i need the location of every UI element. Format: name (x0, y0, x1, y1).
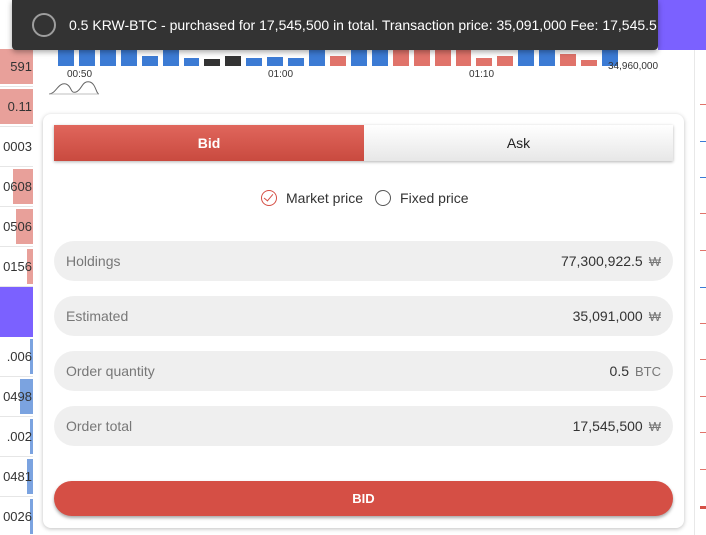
volume-bar (267, 57, 284, 66)
volume-bar (288, 58, 305, 66)
orderbook-value: 0481 (3, 469, 32, 484)
orderbook-row[interactable]: 0026 (0, 497, 33, 535)
currency-unit: ₩ (648, 309, 661, 324)
depth-chart-icon[interactable] (48, 78, 100, 96)
transaction-toast: 0.5 KRW-BTC - purchased for 17,545,500 i… (12, 0, 658, 50)
orderbook-value: 0498 (3, 389, 32, 404)
orderbook-row[interactable]: 0003 (0, 127, 33, 167)
holdings-value: 77,300,922.5 (560, 253, 643, 269)
estimated-value-group: 35,091,000 ₩ (573, 308, 661, 324)
coin-unit: BTC (635, 364, 661, 379)
volume-bar (497, 56, 514, 66)
order-quantity-label: Order quantity (66, 363, 155, 379)
tick-mark (700, 323, 706, 324)
tick-mark (700, 359, 706, 360)
current-price-band (0, 287, 33, 337)
estimated-label: Estimated (66, 308, 129, 324)
holdings-label: Holdings (66, 253, 121, 269)
trading-screen: 591 0.11 0003 0608 0506 0156 .006 0498 .… (0, 0, 706, 535)
order-panel: Bid Ask Market price Fixed price Holding… (43, 114, 684, 528)
currency-unit: ₩ (648, 419, 661, 434)
orderbook-value: .006 (6, 349, 32, 364)
orderbook-value: 591 (10, 59, 32, 74)
market-price-radio[interactable] (261, 190, 277, 206)
chart-price-label: 34,960,000 (608, 61, 659, 72)
volume-bar (246, 58, 263, 66)
volume-bar (329, 56, 346, 66)
tick-mark (700, 287, 706, 288)
tick-mark (700, 213, 706, 214)
volume-bar (183, 58, 200, 66)
price-type-selector: Market price Fixed price (261, 190, 481, 206)
orderbook-row[interactable]: .006 (0, 337, 33, 377)
time-label: 01:10 (469, 69, 495, 80)
orderbook-row[interactable]: 0.11 (0, 87, 33, 127)
orderbook-row[interactable]: 0608 (0, 167, 33, 207)
tick-mark (700, 432, 706, 433)
tick-mark (700, 141, 706, 142)
orderbook-row[interactable]: 0481 (0, 457, 33, 497)
orderbook-strip: 591 0.11 0003 0608 0506 0156 .006 0498 .… (0, 0, 33, 535)
volume-bar (204, 59, 221, 66)
estimated-field: Estimated 35,091,000 ₩ (54, 296, 673, 336)
orderbook-value: 0.11 (7, 99, 32, 114)
tick-mark (700, 396, 706, 397)
header-accent (658, 0, 706, 50)
orderbook-value: 0608 (3, 179, 32, 194)
orderbook-value: .002 (6, 429, 32, 444)
tick-mark (700, 506, 706, 509)
toast-message: 0.5 KRW-BTC - purchased for 17,545,500 i… (69, 17, 657, 33)
order-total-label: Order total (66, 418, 133, 434)
tick-mark (700, 177, 706, 178)
volume-bar (581, 60, 597, 66)
orderbook-row[interactable]: 0498 (0, 377, 33, 417)
volume-bar (476, 58, 493, 66)
time-label: 01:00 (268, 69, 294, 80)
market-price-label[interactable]: Market price (286, 190, 363, 206)
tab-ask[interactable]: Ask (364, 125, 673, 161)
orderbook-value: 0506 (3, 219, 32, 234)
tick-mark (700, 250, 706, 251)
currency-unit: ₩ (648, 254, 661, 269)
orderbook-value: 0003 (3, 139, 32, 154)
orderbook-value: 0156 (3, 259, 32, 274)
orderbook-row[interactable]: 0506 (0, 207, 33, 247)
order-total-value[interactable]: 17,545,500 (573, 418, 643, 434)
bid-submit-button[interactable]: BID (54, 481, 673, 516)
fixed-price-radio[interactable] (375, 190, 392, 206)
volume-bar (225, 56, 242, 66)
holdings-value-group: 77,300,922.5 ₩ (561, 253, 661, 269)
tick-mark (700, 104, 706, 105)
volume-bar (141, 56, 158, 66)
orderbook-value: 0026 (3, 509, 32, 524)
order-quantity-field[interactable]: Order quantity 0.5 BTC (54, 351, 673, 391)
circle-icon (32, 13, 56, 37)
orderbook-row[interactable]: 591 (0, 47, 33, 87)
fixed-price-label[interactable]: Fixed price (400, 190, 468, 206)
order-quantity-value-group[interactable]: 0.5 BTC (610, 363, 661, 379)
order-quantity-value[interactable]: 0.5 (610, 363, 629, 379)
right-price-strip (694, 0, 706, 535)
orderbook-row[interactable]: .002 (0, 417, 33, 457)
tick-mark (700, 469, 706, 470)
holdings-field: Holdings 77,300,922.5 ₩ (54, 241, 673, 281)
volume-bar (560, 54, 577, 66)
order-total-value-group[interactable]: 17,545,500 ₩ (573, 418, 661, 434)
estimated-value: 35,091,000 (572, 308, 643, 324)
orderbook-row[interactable]: 0156 (0, 247, 33, 287)
order-side-tabs: Bid Ask (54, 125, 673, 161)
tab-bid[interactable]: Bid (54, 125, 364, 161)
order-total-field[interactable]: Order total 17,545,500 ₩ (54, 406, 673, 446)
